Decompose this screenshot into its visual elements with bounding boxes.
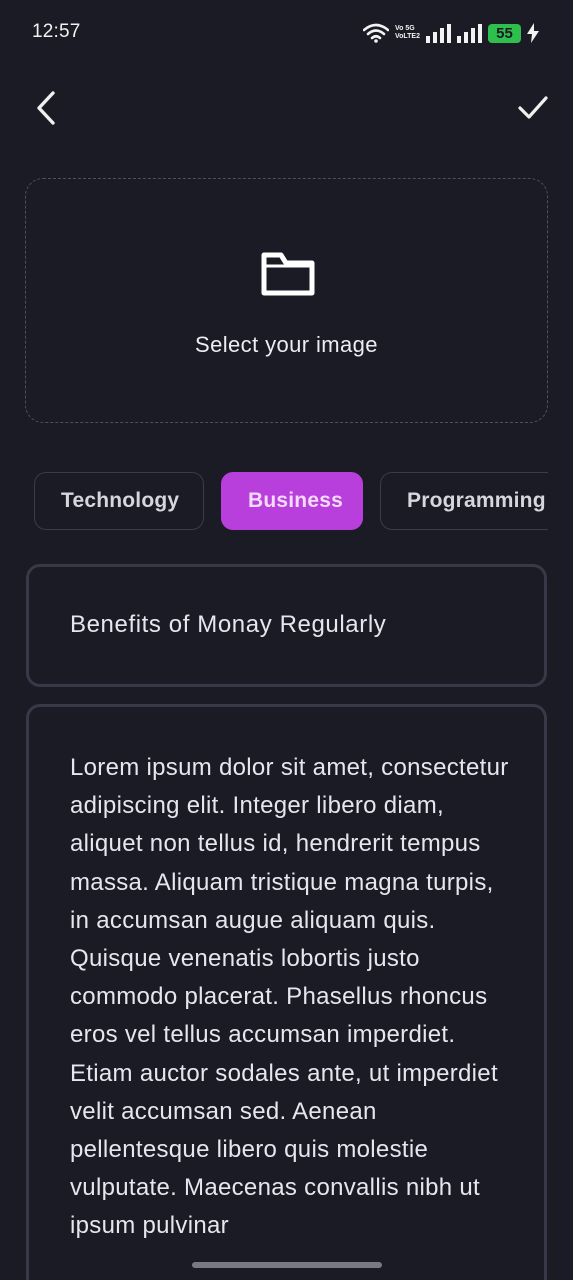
volte-top-label: Vo 5G (394, 25, 415, 32)
status-bar: 12:57 Vo 5G VoLTE2 55 (0, 0, 573, 66)
body-input-value: Lorem ipsum dolor sit amet, consectetur … (70, 754, 509, 1240)
status-icons: Vo 5G VoLTE2 55 (362, 20, 539, 46)
category-chip-programming[interactable]: Programming (380, 472, 548, 530)
create-post-screen: 12:57 Vo 5G VoLTE2 55 Select your image … (0, 0, 573, 1280)
image-picker[interactable]: Select your image (25, 178, 548, 423)
back-button[interactable] (26, 86, 66, 130)
status-time: 12:57 (32, 21, 81, 42)
body-field[interactable]: Lorem ipsum dolor sit amet, consectetur … (26, 704, 547, 1280)
battery-icon: 55 (488, 23, 521, 43)
signal-icon (457, 24, 482, 43)
volte-indicator: Vo 5G VoLTE2 (395, 25, 420, 41)
category-chip-technology[interactable]: Technology (34, 472, 204, 530)
folder-icon (261, 252, 315, 296)
category-chips: Technology Business Programming (0, 471, 548, 533)
title-field[interactable]: Benefits of Monay Regularly (26, 564, 547, 687)
home-indicator[interactable] (192, 1262, 382, 1268)
signal-icon (426, 24, 451, 43)
charging-icon (527, 23, 539, 43)
confirm-button[interactable] (511, 86, 555, 130)
image-picker-label: Select your image (195, 332, 378, 357)
volte-bottom-label: VoLTE2 (394, 33, 420, 40)
chevron-left-icon (37, 91, 55, 125)
title-input-value: Benefits of Monay Regularly (70, 611, 387, 638)
wifi-icon (362, 23, 389, 43)
checkmark-icon (518, 96, 548, 119)
category-chip-business[interactable]: Business (221, 472, 363, 530)
